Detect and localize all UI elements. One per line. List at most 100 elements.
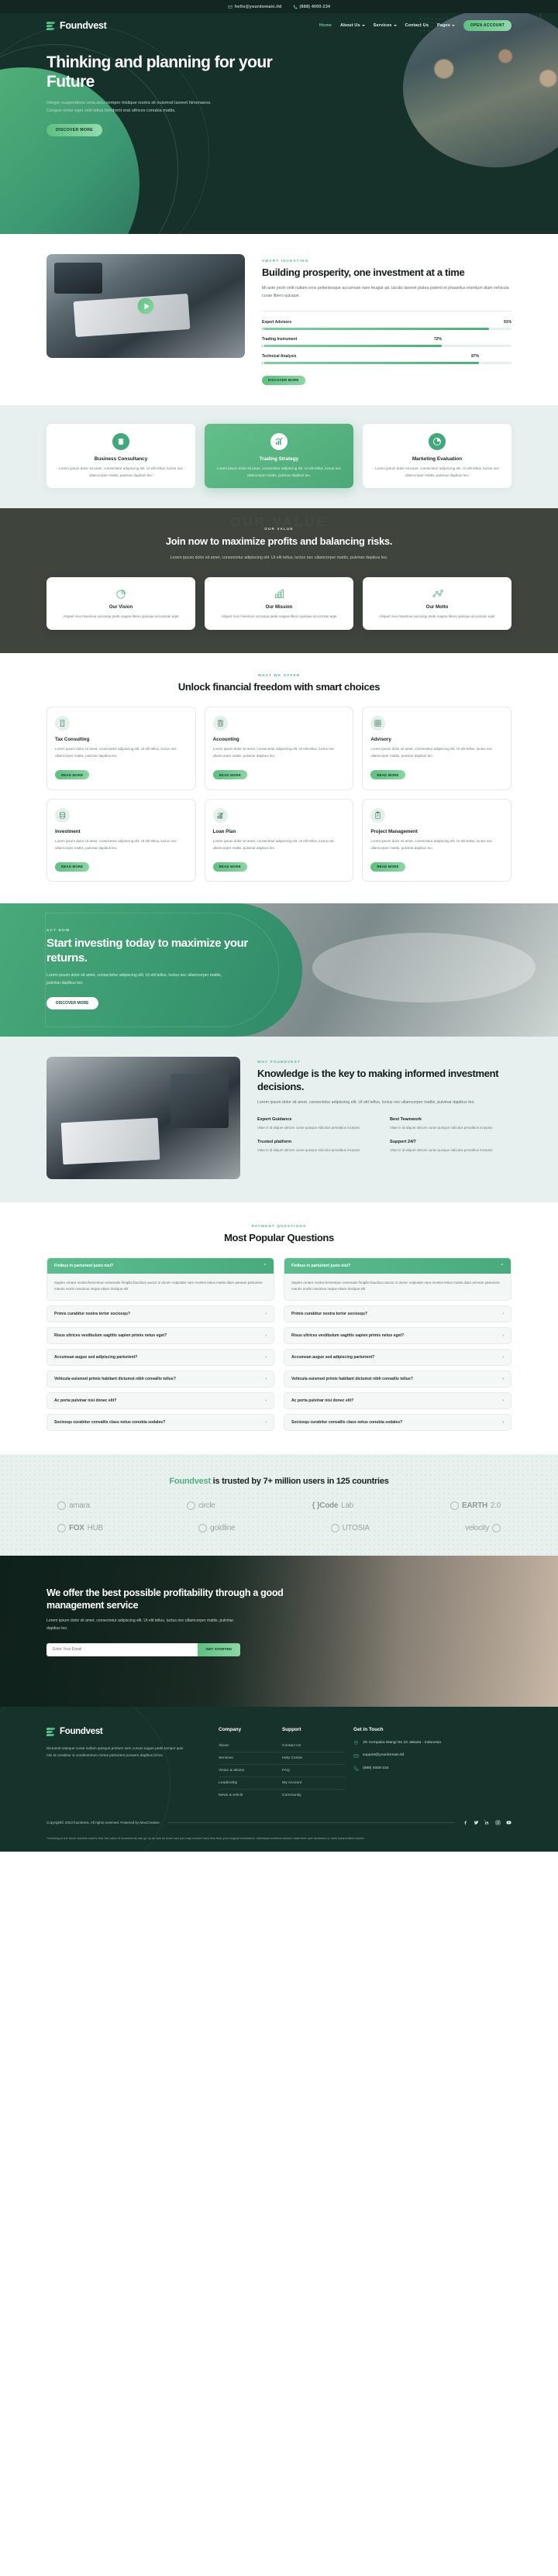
- youtube-icon[interactable]: [505, 1820, 512, 1826]
- progress-label: Technical Analysis: [262, 354, 297, 359]
- read-more-button[interactable]: READ MORE: [212, 770, 247, 780]
- faq-item[interactable]: Vehicula euismod primis habitant dictums…: [46, 1371, 274, 1388]
- feature-card-trading-strategy[interactable]: Trading Strategy Lorem ipsum dolor sit a…: [205, 424, 353, 489]
- cta-discover-button[interactable]: DISCOVER MORE: [46, 996, 98, 1009]
- faq-item[interactable]: Ac porta pulvinar nisi donec elit? ›: [284, 1392, 512, 1410]
- values-title: Join now to maximize profits and balanci…: [165, 535, 393, 548]
- faq-question[interactable]: Accumsan augue sed adipiscing parturient…: [47, 1350, 274, 1365]
- hero-section: Foundvest Home About Us Services Contact…: [0, 13, 558, 234]
- faq-item[interactable]: Sociosqu curabitur convallis class netus…: [284, 1414, 512, 1432]
- faq-answer: Sapien ornare nostra fermentum venenatis…: [291, 1280, 500, 1291]
- faq-question[interactable]: Sociosqu curabitur convallis class netus…: [47, 1415, 274, 1430]
- instagram-icon[interactable]: [494, 1820, 501, 1826]
- faq-question[interactable]: Vehicula euismod primis habitant dictums…: [47, 1371, 274, 1387]
- footer-logo[interactable]: Foundvest: [46, 1727, 219, 1737]
- twitter-icon[interactable]: [473, 1820, 479, 1826]
- offer-card-accounting[interactable]: Accounting Lorem ipsum dolor sit amet, c…: [204, 707, 354, 790]
- footer-link-my-account[interactable]: My Account: [282, 1777, 346, 1790]
- nav-item-pages[interactable]: Pages: [437, 23, 456, 28]
- about-discover-button[interactable]: DISCOVER MORE: [262, 375, 305, 385]
- faq-question[interactable]: Finibus in parturient justo nisl? ⌃: [284, 1257, 511, 1274]
- faq-item[interactable]: Risus ultrices vestibulum sagittis sapie…: [46, 1327, 274, 1345]
- faq-item[interactable]: Finibus in parturient justo nisl? ⌃ Sapie…: [284, 1257, 512, 1302]
- get-started-button[interactable]: GET STARTED: [197, 1642, 240, 1656]
- faq-question[interactable]: Vehicula euismod primis habitant dictums…: [284, 1371, 511, 1387]
- value-card-our-vision[interactable]: Our Vision Aliquet mus maximus sociosqu …: [46, 577, 195, 630]
- read-more-button[interactable]: READ MORE: [55, 770, 90, 780]
- knowledge-item-support-247: Support 24/7 Vitae in id aliquet ultrice…: [390, 1140, 512, 1154]
- value-title: Our Vision: [108, 605, 133, 610]
- linkedin-icon[interactable]: [484, 1820, 490, 1826]
- nav-item-contact-us[interactable]: Contact Us: [405, 23, 429, 28]
- nav-item-home[interactable]: Home: [319, 23, 332, 28]
- read-more-button[interactable]: READ MORE: [370, 770, 405, 780]
- topbar-email[interactable]: hello@yourdomain.tld: [228, 5, 282, 9]
- faq-question[interactable]: Primis curabitur nostra tortor sociosqu?…: [284, 1306, 511, 1322]
- faq-item[interactable]: Vehicula euismod primis habitant dictums…: [284, 1371, 512, 1388]
- faq-item[interactable]: Accumsan augue sed adipiscing parturient…: [46, 1349, 274, 1367]
- offer-card-advisory[interactable]: Advisory Lorem ipsum dolor sit amet, con…: [362, 707, 512, 790]
- about-video-thumbnail[interactable]: [46, 254, 245, 358]
- faq-item[interactable]: Sociosqu curabitur convallis class netus…: [46, 1414, 274, 1432]
- footer-link-faq[interactable]: FAQ: [282, 1765, 346, 1777]
- faq-question[interactable]: Ac porta pulvinar nisi donec elit? ›: [284, 1393, 511, 1408]
- email-input[interactable]: [46, 1642, 198, 1656]
- chevron-right-icon: ›: [265, 1333, 267, 1339]
- footer-email[interactable]: support@yourdomain.tld: [353, 1752, 512, 1759]
- faq-item[interactable]: Primis curabitur nostra tortor sociosqu?…: [284, 1305, 512, 1323]
- logo[interactable]: Foundvest: [46, 20, 107, 31]
- footer-phone[interactable]: (888) 4000-234: [353, 1766, 512, 1772]
- faq-item[interactable]: Primis curabitur nostra tortor sociosqu?…: [46, 1305, 274, 1323]
- value-card-our-mission[interactable]: Our Mission Aliquet mus maximus sociosqu…: [205, 577, 353, 630]
- topbar-phone[interactable]: (888) 4000-234: [293, 5, 331, 9]
- knowledge-feature-list: Expert Guidance Vitae in id aliquet ultr…: [257, 1117, 512, 1154]
- faq-question[interactable]: Risus ultrices vestibulum sagittis sapie…: [284, 1328, 511, 1343]
- faq-item[interactable]: Finibus in parturient justo nisl? ⌃ Sapie…: [46, 1257, 274, 1302]
- nav-item-services[interactable]: Services: [374, 23, 397, 28]
- footer-link-leadership[interactable]: Leadership: [219, 1777, 282, 1790]
- footer-link-about[interactable]: About: [219, 1740, 282, 1752]
- faq-question[interactable]: Primis curabitur nostra tortor sociosqu?…: [47, 1306, 274, 1322]
- offer-card-loan-plan[interactable]: Loan Plan Lorem ipsum dolor sit amet, co…: [204, 798, 354, 882]
- read-more-button[interactable]: READ MORE: [55, 862, 90, 872]
- cta-section: ACT NOW Start investing today to maximiz…: [0, 903, 558, 1037]
- feature-card-marketing-evaluation[interactable]: Marketing Evaluation Lorem ipsum dolor s…: [363, 424, 512, 489]
- knowledge-item-text: Vitae in id aliquet ultrices curae quisq…: [390, 1148, 493, 1153]
- bar-chart-icon: [272, 586, 286, 600]
- network-icon: [430, 586, 444, 600]
- footer-link-help-centre[interactable]: Help Centre: [282, 1752, 346, 1765]
- faq-question[interactable]: Sociosqu curabitur convallis class netus…: [284, 1415, 511, 1430]
- offer-card-text: Lorem ipsum dolor sit amet, consectetur …: [55, 747, 177, 758]
- nav-item-about-us[interactable]: About Us: [340, 23, 365, 28]
- offer-card-investment[interactable]: Investment Lorem ipsum dolor sit amet, c…: [46, 798, 196, 882]
- footer-link-services[interactable]: Services: [219, 1752, 282, 1765]
- faq-question[interactable]: Accumsan augue sed adipiscing parturient…: [284, 1350, 511, 1365]
- footer-link-community[interactable]: Community: [282, 1790, 346, 1801]
- offer-section: WHAT WE OFFER Unlock financial freedom w…: [0, 653, 558, 903]
- play-icon[interactable]: [137, 297, 154, 315]
- read-more-button[interactable]: READ MORE: [212, 862, 247, 872]
- value-card-our-motto[interactable]: Our Motto Aliquet mus maximus sociosqu p…: [363, 577, 512, 630]
- open-account-button[interactable]: OPEN ACCOUNT: [463, 20, 512, 31]
- faq-question[interactable]: Ac porta pulvinar nisi donec elit? ›: [47, 1393, 274, 1408]
- offer-card-tax-consulting[interactable]: Tax Consulting Lorem ipsum dolor sit ame…: [46, 707, 196, 790]
- progress-expert-advisors: Expert Advisors 91%: [262, 320, 512, 331]
- hero-discover-button[interactable]: DISCOVER MORE: [46, 124, 102, 137]
- footer-link-news-article[interactable]: News & Article: [219, 1790, 282, 1801]
- nav-menu: Home About Us Services Contact Us Pages …: [319, 20, 512, 31]
- footer-link-vision-mision[interactable]: Vision & Mision: [219, 1765, 282, 1777]
- faq-item[interactable]: Ac porta pulvinar nisi donec elit? ›: [46, 1392, 274, 1410]
- knowledge-item-text: Vitae in id aliquet ultrices curae quisq…: [390, 1125, 493, 1130]
- faq-item[interactable]: Accumsan augue sed adipiscing parturient…: [284, 1349, 512, 1367]
- faq-question[interactable]: Finibus in parturient justo nisl? ⌃: [47, 1257, 274, 1274]
- faq-item[interactable]: Risus ultrices vestibulum sagittis sapie…: [284, 1327, 512, 1345]
- knowledge-item-best-teamwork: Best Teamwork Vitae in id aliquet ultric…: [390, 1117, 512, 1132]
- read-more-button[interactable]: READ MORE: [370, 862, 405, 872]
- footer-link-contact-us[interactable]: Contact Us: [282, 1740, 346, 1752]
- feature-card-business-consultancy[interactable]: Business Consultancy Lorem ipsum dolor s…: [46, 424, 195, 489]
- facebook-icon[interactable]: [462, 1820, 468, 1826]
- knowledge-item-title: Best Teamwork: [390, 1116, 422, 1122]
- footer-email-text: support@yourdomain.tld: [363, 1753, 405, 1758]
- offer-card-project-management[interactable]: Project Management Lorem ipsum dolor sit…: [362, 798, 512, 882]
- faq-question[interactable]: Risus ultrices vestibulum sagittis sapie…: [47, 1328, 274, 1343]
